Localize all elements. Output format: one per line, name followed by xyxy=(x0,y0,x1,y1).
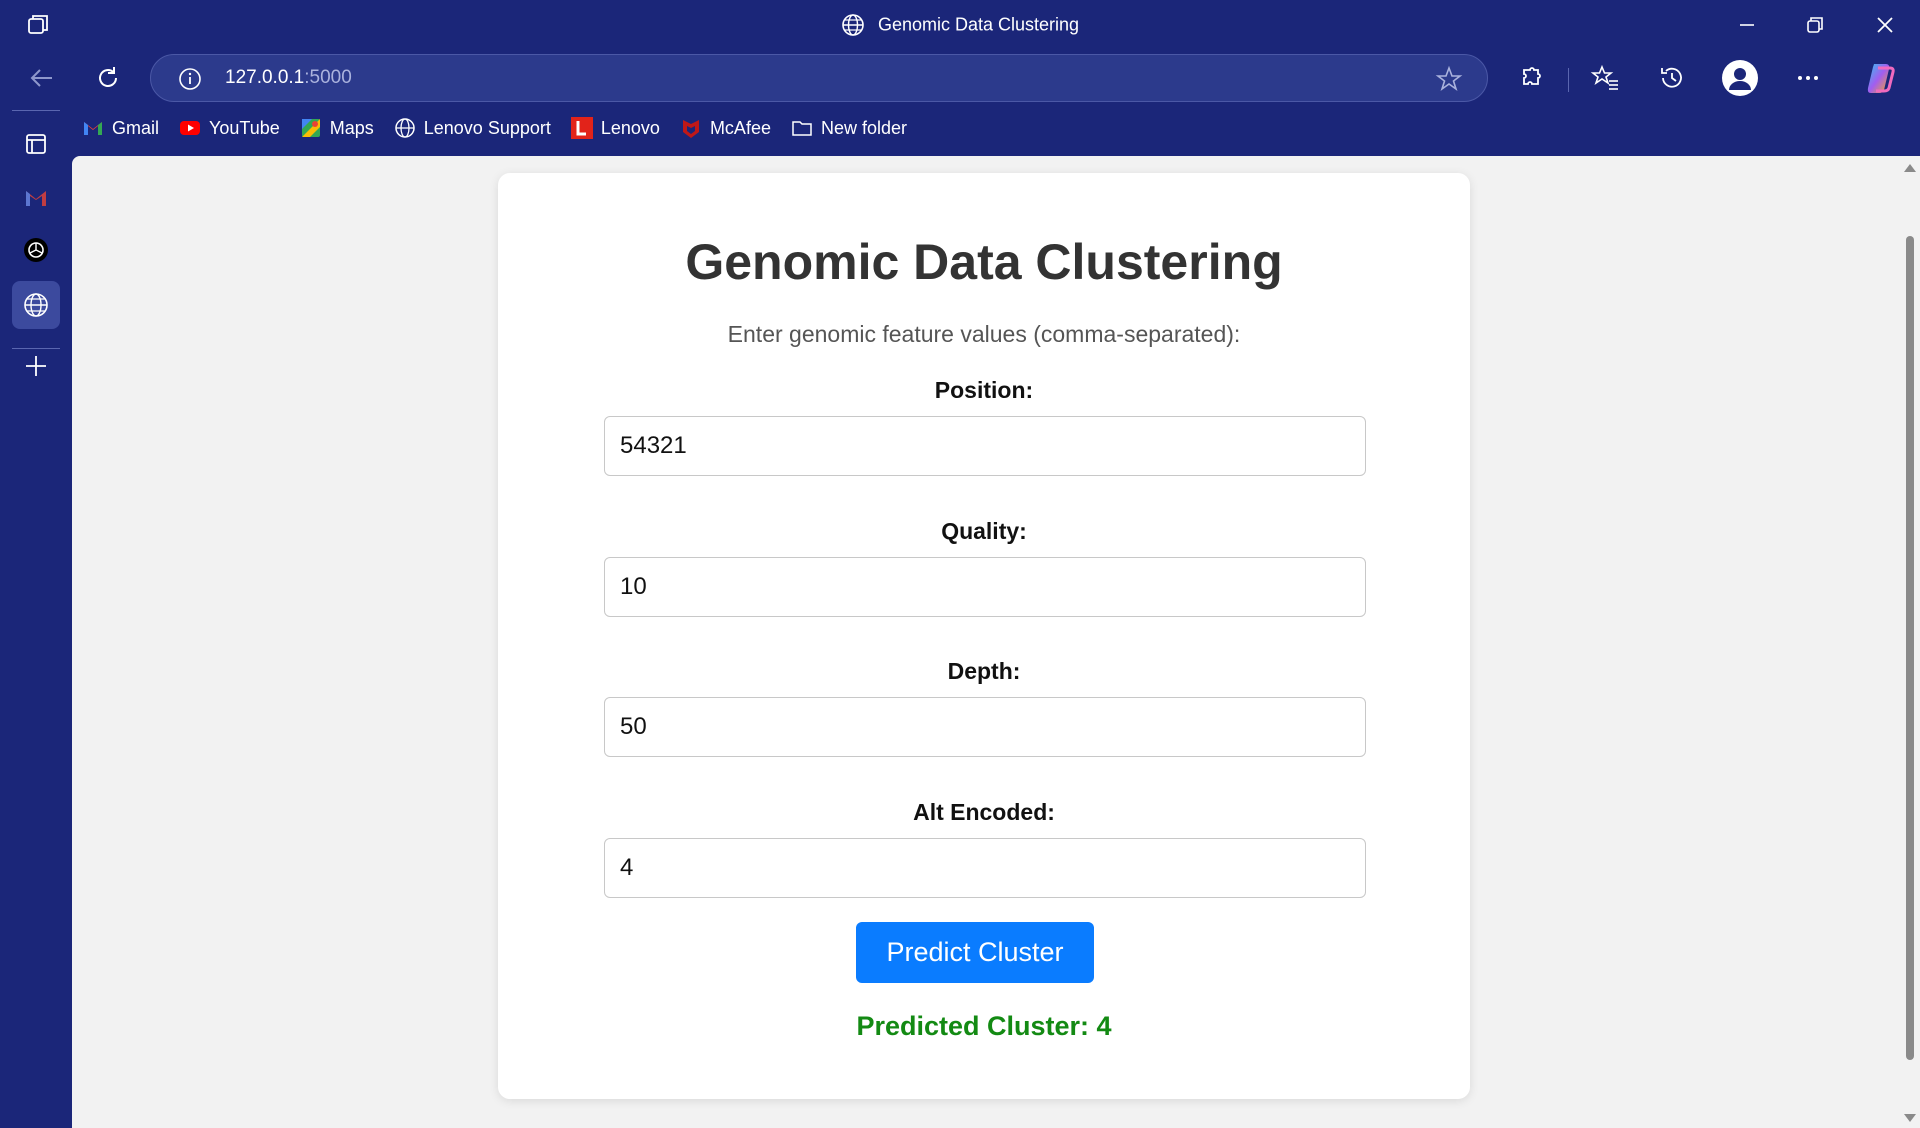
bookmarks-bar: Gmail YouTube Maps Lenovo Support Lenovo xyxy=(72,106,1920,150)
window-title-text: Genomic Data Clustering xyxy=(877,14,1080,35)
bookmark-mcafee[interactable]: McAfee xyxy=(670,110,781,146)
site-info-icon[interactable] xyxy=(177,66,203,92)
scroll-up-arrow-icon[interactable] xyxy=(1904,164,1916,172)
restore-icon[interactable] xyxy=(1800,10,1830,40)
page-content: Genomic Data Clustering Enter genomic fe… xyxy=(72,156,1920,1128)
favorite-star-icon[interactable] xyxy=(1435,65,1463,93)
close-icon[interactable] xyxy=(1870,10,1900,40)
minimize-icon[interactable] xyxy=(1732,10,1762,40)
vertical-scrollbar[interactable] xyxy=(1900,156,1920,1128)
bookmark-lenovo-support[interactable]: Lenovo Support xyxy=(384,110,561,146)
folder-icon xyxy=(792,121,812,136)
bookmark-gmail[interactable]: Gmail xyxy=(72,110,169,146)
mcafee-icon xyxy=(682,120,699,138)
bookmark-label: YouTube xyxy=(209,117,280,138)
favorites-icon[interactable] xyxy=(1590,62,1622,94)
collections-icon[interactable] xyxy=(20,128,52,160)
quality-input[interactable] xyxy=(604,557,1366,617)
chatgpt-icon[interactable] xyxy=(20,234,52,266)
gmail-icon xyxy=(84,122,102,135)
url-port: :5000 xyxy=(304,67,352,88)
bookmark-label: Maps xyxy=(329,117,374,138)
position-label: Position: xyxy=(934,377,1034,403)
globe-icon[interactable] xyxy=(20,289,52,321)
bookmark-label: Lenovo xyxy=(600,117,660,138)
profile-avatar-icon[interactable] xyxy=(1722,60,1758,96)
bookmark-label: New folder xyxy=(820,117,908,138)
form-card: Genomic Data Clustering Enter genomic fe… xyxy=(498,173,1470,1099)
navigation-bar: 127.0.0.1:5000 xyxy=(0,50,1920,106)
page-title: Genomic Data Clustering xyxy=(685,234,1283,290)
alt-encoded-label: Alt Encoded: xyxy=(913,799,1055,825)
scrollbar-thumb[interactable] xyxy=(1906,236,1914,1060)
window-title: Genomic Data Clustering xyxy=(0,13,1920,37)
bookmark-label: Gmail xyxy=(112,117,160,138)
copilot-icon[interactable] xyxy=(1862,60,1898,96)
depth-input[interactable] xyxy=(604,697,1366,757)
sidebar-divider xyxy=(12,348,60,349)
url-text[interactable]: 127.0.0.1:5000 xyxy=(225,67,352,89)
page-subtitle: Enter genomic feature values (comma-sepa… xyxy=(727,321,1241,347)
bookmark-label: Lenovo Support xyxy=(423,117,551,138)
history-icon[interactable] xyxy=(1656,62,1688,94)
bookmark-lenovo[interactable]: Lenovo xyxy=(561,110,670,146)
bookmark-youtube[interactable]: YouTube xyxy=(169,110,290,146)
toolbar-divider xyxy=(1568,68,1569,92)
youtube-icon xyxy=(180,121,201,135)
alt-encoded-input[interactable] xyxy=(604,838,1366,898)
title-bar: Genomic Data Clustering xyxy=(0,0,1920,50)
maps-icon xyxy=(301,119,320,137)
bookmark-label: McAfee xyxy=(709,117,771,138)
globe-icon xyxy=(842,14,864,36)
url-host: 127.0.0.1 xyxy=(225,67,305,88)
extensions-icon[interactable] xyxy=(1516,62,1548,94)
globe-icon xyxy=(395,118,415,138)
lenovo-icon xyxy=(570,117,593,139)
scroll-down-arrow-icon[interactable] xyxy=(1904,1114,1916,1122)
refresh-icon[interactable] xyxy=(92,62,124,94)
back-icon[interactable] xyxy=(26,62,58,94)
position-input[interactable] xyxy=(604,416,1366,476)
depth-label: Depth: xyxy=(947,658,1021,684)
quality-label: Quality: xyxy=(941,518,1027,544)
add-icon[interactable] xyxy=(20,350,52,382)
address-bar[interactable]: 127.0.0.1:5000 xyxy=(150,54,1488,102)
sidebar-divider xyxy=(12,110,60,111)
bookmark-maps[interactable]: Maps xyxy=(290,110,384,146)
sidebar xyxy=(0,106,72,1128)
more-options-icon[interactable] xyxy=(1792,62,1824,94)
predict-cluster-button[interactable]: Predict Cluster xyxy=(856,922,1094,983)
gmail-icon[interactable] xyxy=(20,182,52,214)
bookmark-new-folder[interactable]: New folder xyxy=(781,110,917,146)
predicted-cluster-result: Predicted Cluster: 4 xyxy=(856,1011,1112,1041)
